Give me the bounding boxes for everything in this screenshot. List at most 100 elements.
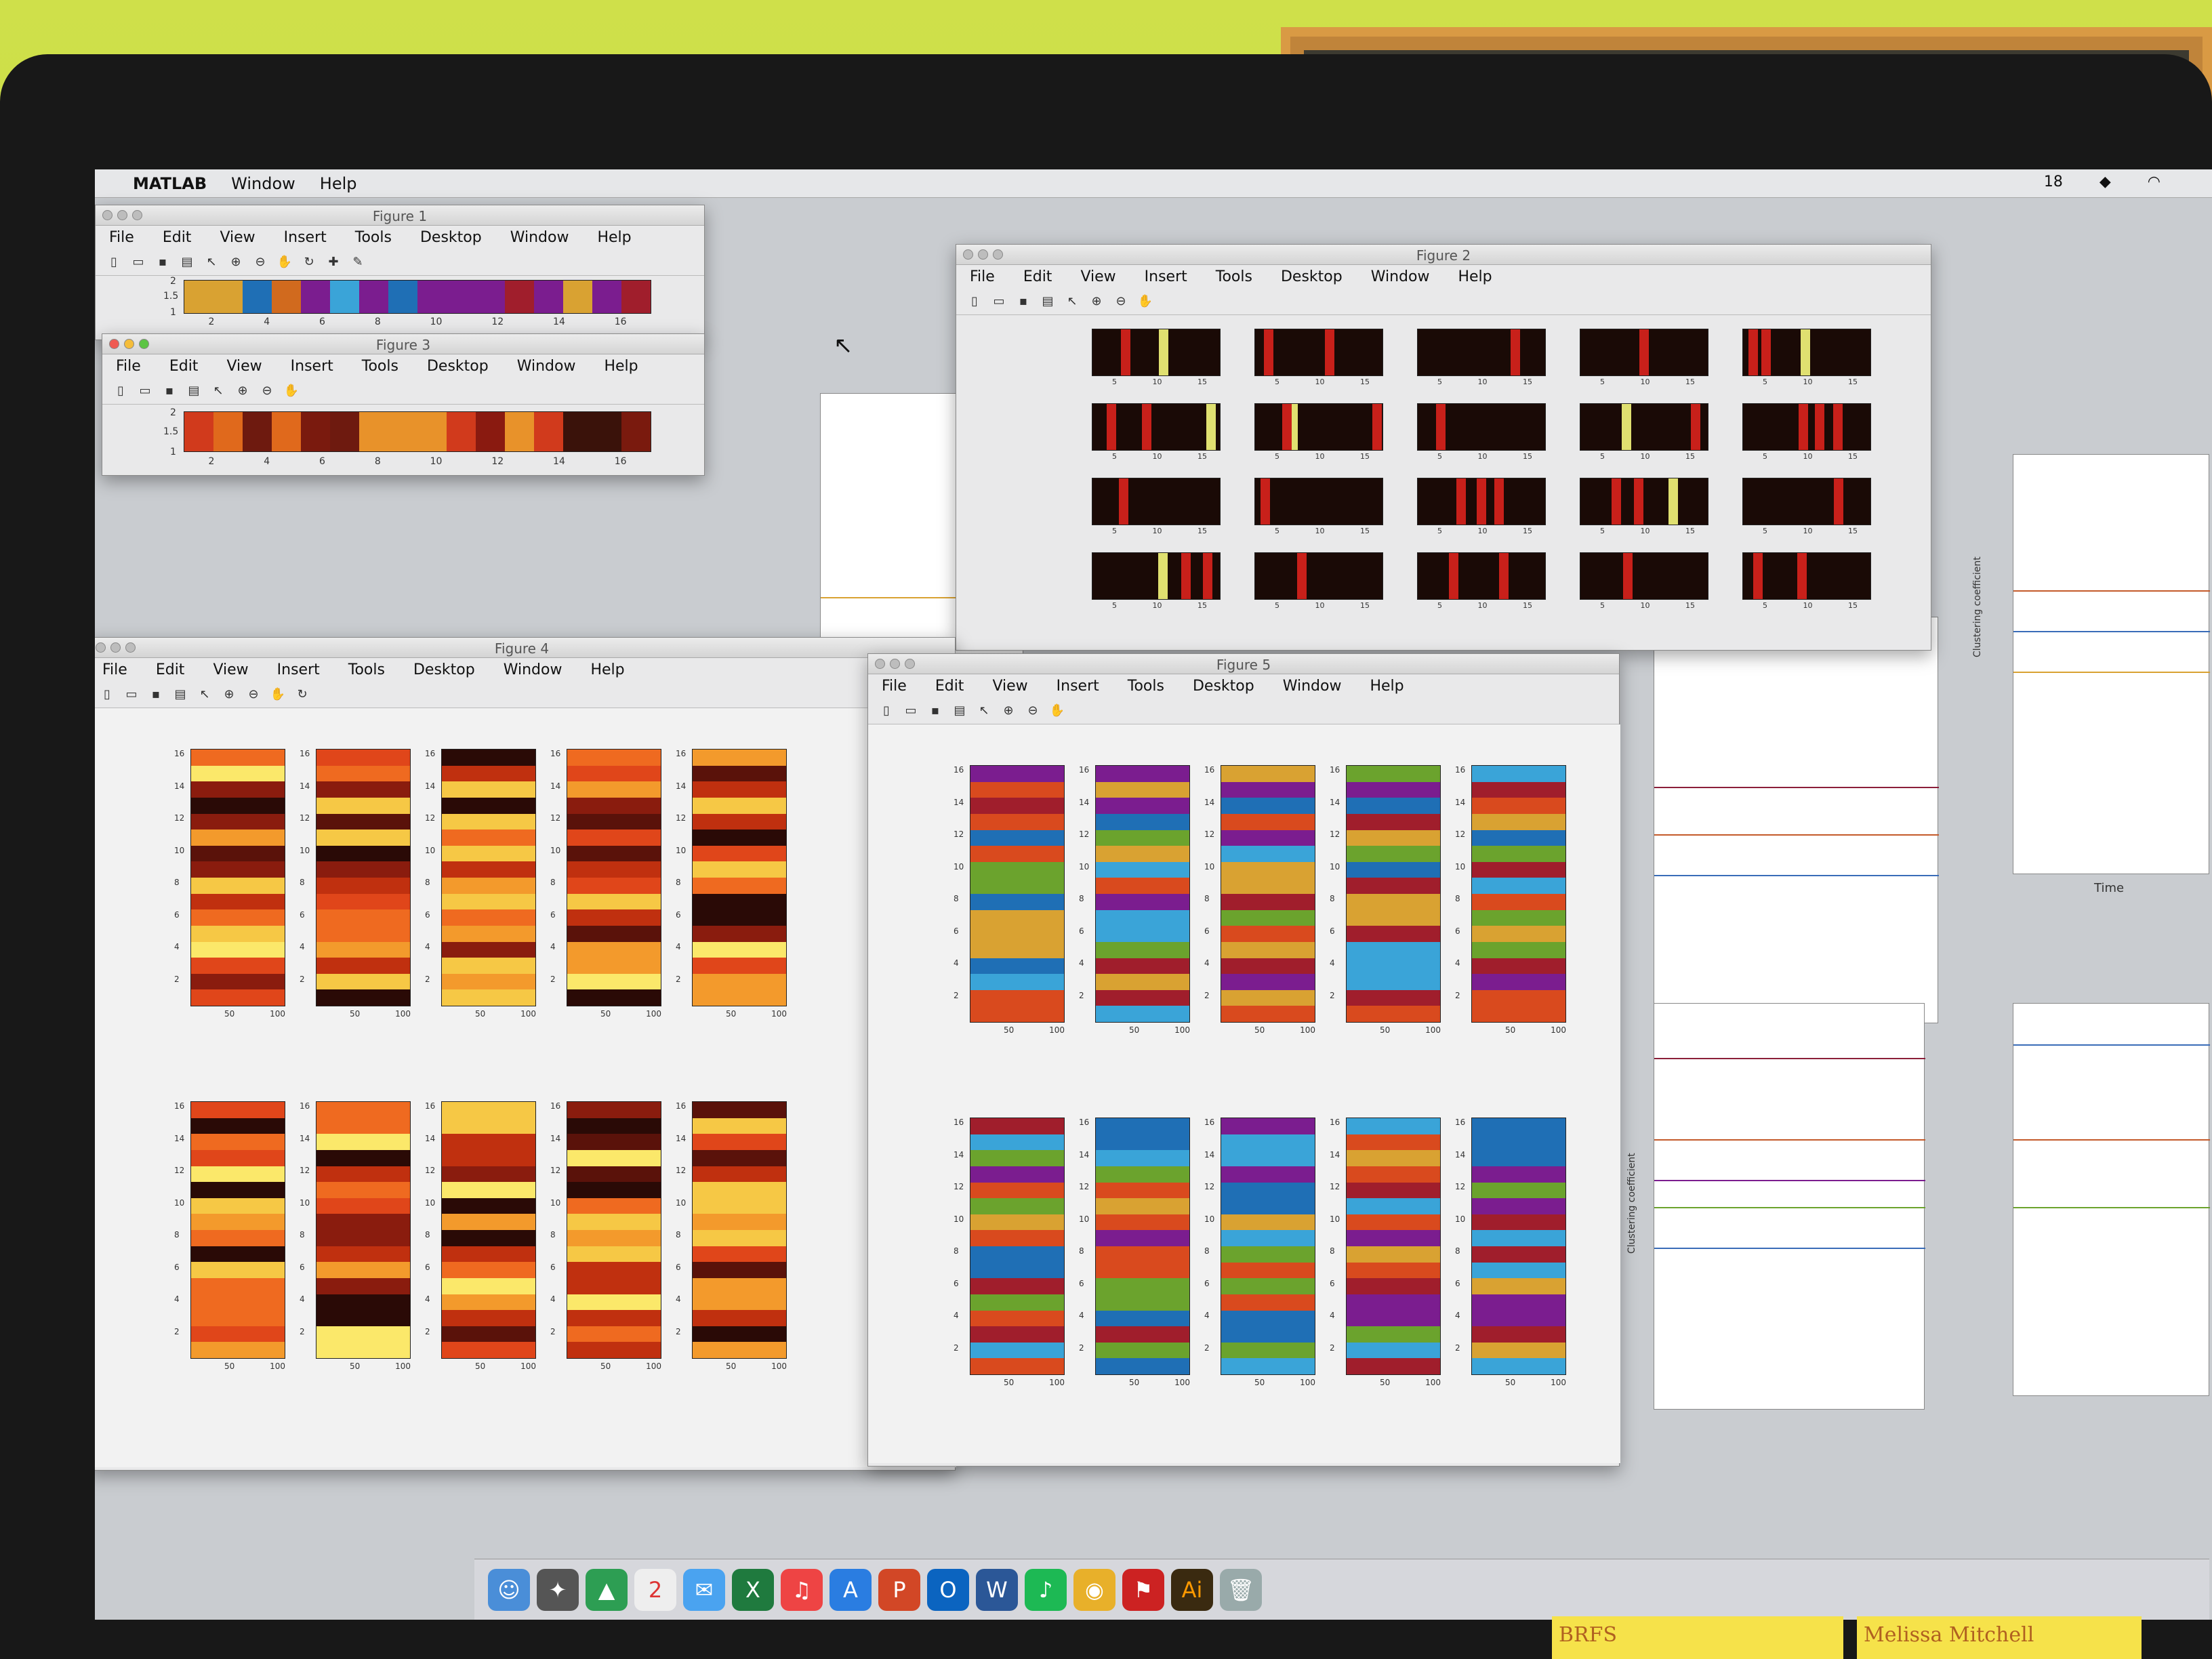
new-figure-icon[interactable]: ▯	[100, 687, 115, 702]
pointer-icon[interactable]: ↖	[204, 255, 219, 270]
pan-icon[interactable]: ✋	[270, 687, 285, 702]
fig5-menu-file[interactable]: File	[882, 678, 907, 695]
datacursor-icon[interactable]: ✚	[326, 255, 341, 270]
print-icon[interactable]: ▤	[180, 255, 194, 270]
powerpoint-icon[interactable]: P	[878, 1568, 920, 1611]
fig3-menu-tools[interactable]: Tools	[362, 358, 398, 375]
fig2-menu-edit[interactable]: Edit	[1023, 268, 1052, 285]
figure-5-titlebar[interactable]: Figure 5	[868, 654, 1619, 674]
drive-icon[interactable]: ▲	[586, 1568, 628, 1611]
menu-item-help[interactable]: Help	[320, 174, 357, 193]
menu-app-name[interactable]: MATLAB	[133, 174, 207, 193]
fig4-menu-insert[interactable]: Insert	[277, 661, 320, 678]
pointer-icon[interactable]: ↖	[211, 384, 226, 398]
fig2-menu-tools[interactable]: Tools	[1216, 268, 1252, 285]
fig4-menu-window[interactable]: Window	[504, 661, 562, 678]
fig3-menu-edit[interactable]: Edit	[169, 358, 199, 375]
zoom-out-icon[interactable]: ⊖	[1025, 703, 1040, 718]
print-icon[interactable]: ▤	[952, 703, 967, 718]
pointer-icon[interactable]: ↖	[1065, 294, 1080, 309]
fig1-menu-insert[interactable]: Insert	[284, 229, 327, 246]
dropbox-icon[interactable]: ◆	[2100, 173, 2111, 190]
fig5-menu-edit[interactable]: Edit	[935, 678, 964, 695]
save-icon[interactable]: ▪	[162, 384, 177, 398]
zoom-out-icon[interactable]: ⊖	[260, 384, 274, 398]
new-figure-icon[interactable]: ▯	[106, 255, 121, 270]
open-icon[interactable]: ▭	[131, 255, 146, 270]
illustrator-icon[interactable]: Ai	[1171, 1568, 1213, 1611]
excel-icon[interactable]: X	[732, 1568, 774, 1611]
pointer-icon[interactable]: ↖	[977, 703, 991, 718]
fig5-menu-help[interactable]: Help	[1370, 678, 1404, 695]
brush-icon[interactable]: ✎	[350, 255, 365, 270]
fig3-menu-insert[interactable]: Insert	[291, 358, 333, 375]
fig5-menu-window[interactable]: Window	[1283, 678, 1342, 695]
fig4-menu-tools[interactable]: Tools	[348, 661, 385, 678]
appstore-icon[interactable]: A	[830, 1568, 872, 1611]
trash-icon[interactable]: 🗑	[1220, 1568, 1262, 1611]
open-icon[interactable]: ▭	[991, 294, 1006, 309]
fig2-menu-insert[interactable]: Insert	[1145, 268, 1187, 285]
figure-4-titlebar[interactable]: Figure 4	[95, 638, 955, 658]
save-icon[interactable]: ▪	[928, 703, 943, 718]
pointer-icon[interactable]: ↖	[197, 687, 212, 702]
fig2-menu-window[interactable]: Window	[1371, 268, 1430, 285]
print-icon[interactable]: ▤	[173, 687, 188, 702]
fig1-menu-edit[interactable]: Edit	[163, 229, 192, 246]
fig3-menu-window[interactable]: Window	[517, 358, 576, 375]
pan-icon[interactable]: ✋	[284, 384, 299, 398]
open-icon[interactable]: ▭	[903, 703, 918, 718]
new-figure-icon[interactable]: ▯	[879, 703, 894, 718]
acrobat-icon[interactable]: ⚑	[1122, 1568, 1164, 1611]
print-icon[interactable]: ▤	[186, 384, 201, 398]
word-icon[interactable]: W	[976, 1568, 1018, 1611]
print-icon[interactable]: ▤	[1040, 294, 1055, 309]
zoom-in-icon[interactable]: ⊕	[228, 255, 243, 270]
zoom-out-icon[interactable]: ⊖	[1113, 294, 1128, 309]
fig1-menu-view[interactable]: View	[220, 229, 255, 246]
fig5-menu-insert[interactable]: Insert	[1057, 678, 1099, 695]
fig4-menu-desktop[interactable]: Desktop	[413, 661, 475, 678]
messages-icon[interactable]: ✉	[683, 1568, 725, 1611]
fig2-menu-desktop[interactable]: Desktop	[1281, 268, 1343, 285]
outlook-icon[interactable]: O	[927, 1568, 969, 1611]
zoom-in-icon[interactable]: ⊕	[1089, 294, 1104, 309]
fig4-menu-edit[interactable]: Edit	[156, 661, 185, 678]
wifi-icon[interactable]: ◠	[2148, 173, 2160, 190]
menu-item-window[interactable]: Window	[231, 174, 295, 193]
zoom-out-icon[interactable]: ⊖	[246, 687, 261, 702]
fig3-menu-view[interactable]: View	[226, 358, 262, 375]
fig5-menu-desktop[interactable]: Desktop	[1193, 678, 1254, 695]
rotate-icon[interactable]: ↻	[302, 255, 316, 270]
zoom-in-icon[interactable]: ⊕	[1001, 703, 1016, 718]
figure-3-titlebar[interactable]: Figure 3	[102, 334, 704, 354]
rotate-icon[interactable]: ↻	[295, 687, 310, 702]
calendar-icon[interactable]: 2	[634, 1568, 676, 1611]
fig1-menu-tools[interactable]: Tools	[355, 229, 392, 246]
fig1-menu-help[interactable]: Help	[597, 229, 631, 246]
fig1-menu-desktop[interactable]: Desktop	[420, 229, 482, 246]
zoom-in-icon[interactable]: ⊕	[222, 687, 237, 702]
fig4-menu-file[interactable]: File	[102, 661, 127, 678]
pan-icon[interactable]: ✋	[1050, 703, 1065, 718]
fig2-menu-view[interactable]: View	[1080, 268, 1115, 285]
zoom-out-icon[interactable]: ⊖	[253, 255, 268, 270]
save-icon[interactable]: ▪	[1016, 294, 1031, 309]
fig5-menu-view[interactable]: View	[992, 678, 1027, 695]
new-figure-icon[interactable]: ▯	[967, 294, 982, 309]
finder-icon[interactable]: ☺	[488, 1568, 530, 1611]
figure-2-titlebar[interactable]: Figure 2	[956, 245, 1931, 265]
fig3-menu-file[interactable]: File	[116, 358, 141, 375]
pan-icon[interactable]: ✋	[1138, 294, 1153, 309]
figure-1-titlebar[interactable]: Figure 1	[96, 205, 704, 226]
fig1-menu-file[interactable]: File	[109, 229, 134, 246]
fig4-menu-view[interactable]: View	[213, 661, 248, 678]
open-icon[interactable]: ▭	[124, 687, 139, 702]
open-icon[interactable]: ▭	[138, 384, 152, 398]
fig2-menu-help[interactable]: Help	[1458, 268, 1492, 285]
zoom-in-icon[interactable]: ⊕	[235, 384, 250, 398]
save-icon[interactable]: ▪	[155, 255, 170, 270]
spotify-icon[interactable]: ♪	[1025, 1568, 1067, 1611]
launchpad-icon[interactable]: ✦	[537, 1568, 579, 1611]
new-figure-icon[interactable]: ▯	[113, 384, 128, 398]
